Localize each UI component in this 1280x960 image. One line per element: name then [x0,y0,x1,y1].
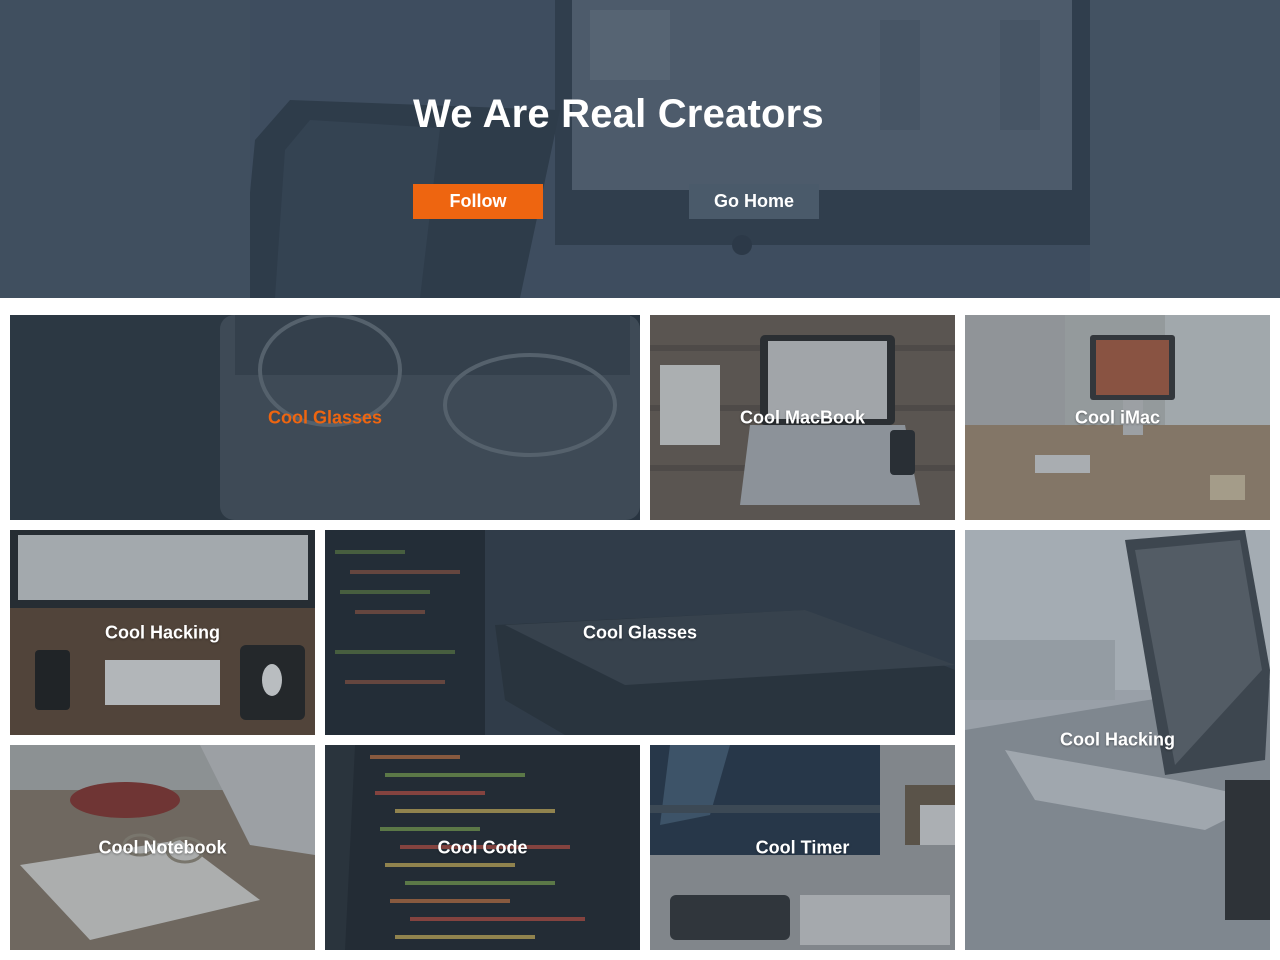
gallery-tile-cool-glasses-2[interactable]: Cool Glasses [325,530,955,735]
hero-title: We Are Real Creators [413,92,824,136]
tile-label: Cool Hacking [104,622,220,642]
tile-label: Cool Glasses [582,622,698,642]
hero-overlay [0,0,1280,298]
tile-label: Cool Timer [755,837,850,857]
hero-banner: We Are Real Creators Follow Go Home [0,0,1280,298]
gallery-tile-cool-hacking[interactable]: Cool Hacking [10,530,315,735]
gallery-tile-cool-imac[interactable]: Cool iMac [965,315,1270,520]
gallery-tile-cool-notebook[interactable]: Cool Notebook [10,745,315,950]
gallery-tile-cool-code[interactable]: Cool Code [325,745,640,950]
go-home-button[interactable]: Go Home [689,184,819,219]
tile-label: Cool MacBook [739,407,865,427]
tile-label: Cool Hacking [1059,729,1175,750]
follow-button[interactable]: Follow [413,184,543,219]
tile-label: Cool Code [437,837,528,857]
gallery-tile-cool-timer[interactable]: Cool Timer [650,745,955,950]
gallery-tile-cool-glasses[interactable]: Cool Glasses [10,315,640,520]
gallery-tile-cool-macbook[interactable]: Cool MacBook [650,315,955,520]
tile-label: Cool iMac [1074,407,1160,427]
tile-label: Cool Glasses [267,407,383,427]
gallery-tile-cool-hacking-2[interactable]: Cool Hacking [965,530,1270,950]
tile-label: Cool Notebook [98,837,227,857]
